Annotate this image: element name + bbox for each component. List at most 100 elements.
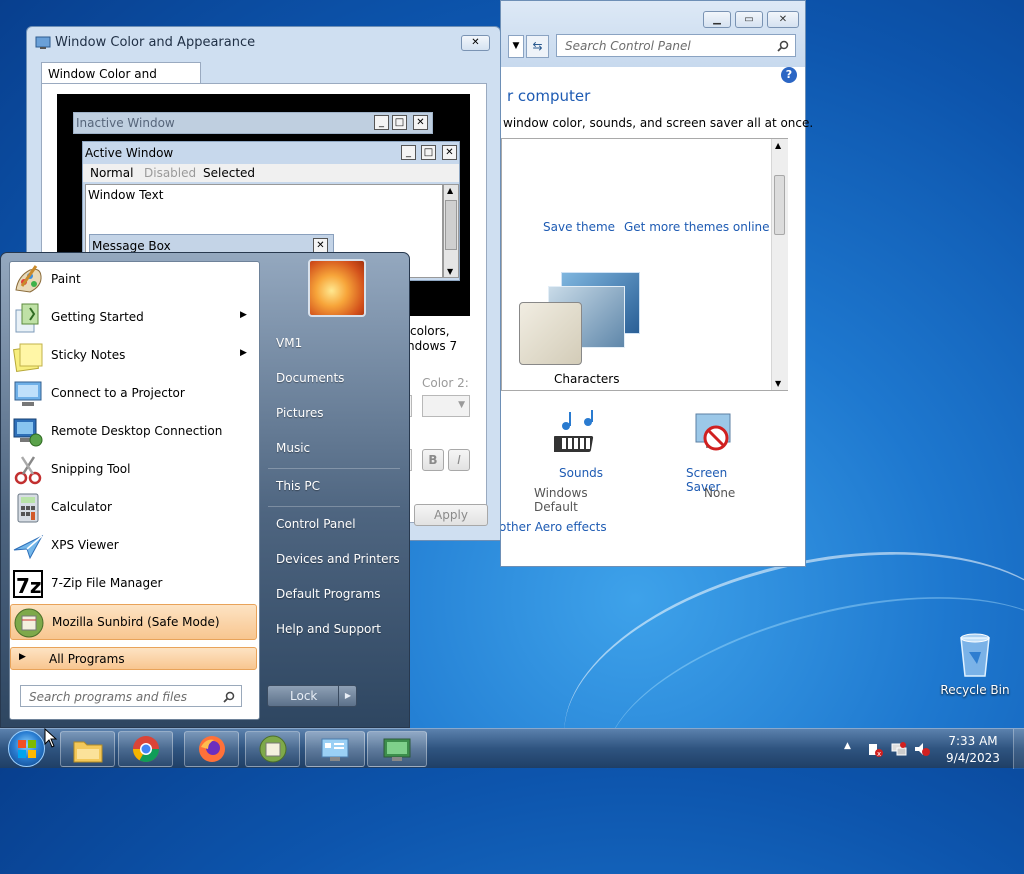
italic-button[interactable]: I <box>448 449 470 471</box>
firefox-icon <box>199 736 225 762</box>
sunbird-taskbar-icon <box>259 735 287 763</box>
start-menu-separator <box>268 468 400 469</box>
search-control-panel-input[interactable]: Search Control Panel <box>556 34 796 57</box>
sounds-item[interactable]: Sounds Windows Default <box>530 410 630 514</box>
program-item-sticky-notes[interactable]: Sticky Notes ▶ <box>10 338 257 374</box>
taskbar-firefox[interactable] <box>184 731 239 767</box>
dialog-close-button[interactable]: ✕ <box>461 35 490 51</box>
active-window-label: Active Window <box>85 146 174 160</box>
program-item-sunbird[interactable]: Mozilla Sunbird (Safe Mode) <box>10 604 257 640</box>
aero-effects-link[interactable]: other Aero effects <box>499 520 607 534</box>
apply-button[interactable]: Apply <box>414 504 488 526</box>
start-place-music[interactable]: Music <box>276 441 310 455</box>
color2-select[interactable]: ▼ <box>422 395 470 417</box>
preview-scroll-down: ▼ <box>447 267 454 276</box>
start-place-help-and-support[interactable]: Help and Support <box>276 622 381 636</box>
start-place-this-pc[interactable]: This PC <box>276 479 320 493</box>
program-item-projector[interactable]: Connect to a Projector <box>10 376 257 412</box>
theme-list-scrollbar[interactable]: ▲ ▼ <box>771 139 788 390</box>
show-desktop-button[interactable] <box>1013 729 1024 769</box>
submenu-arrow-icon[interactable]: ▶ <box>240 348 247 358</box>
preview-scrollbar: ▲ ▼ <box>443 184 459 278</box>
start-place-default-programs[interactable]: Default Programs <box>276 587 381 601</box>
active-close-icon: ✕ <box>442 145 457 160</box>
taskbar: ▲ x 7:33 AM 9/4/2023 <box>0 728 1024 769</box>
start-button[interactable] <box>8 730 45 767</box>
get-more-themes-link[interactable]: Get more themes online <box>624 220 770 234</box>
scroll-thumb[interactable] <box>774 175 785 235</box>
sounds-label: Sounds <box>559 466 604 480</box>
minimize-button[interactable]: ▁ <box>703 11 731 28</box>
program-item-getting-started[interactable]: Getting Started ▶ <box>10 300 257 336</box>
address-dropdown-button[interactable]: ▼ <box>508 35 524 58</box>
start-place-pictures[interactable]: Pictures <box>276 406 324 420</box>
program-item-xps-viewer[interactable]: XPS Viewer <box>10 528 257 564</box>
start-place-documents[interactable]: Documents <box>276 371 344 385</box>
tab-window-color[interactable]: Window Color and Appearance <box>41 62 201 95</box>
action-center-icon[interactable]: x <box>867 741 883 757</box>
inactive-window-preview[interactable]: Inactive Window _ □ ✕ <box>73 112 433 134</box>
preview-menu-bar: Normal Disabled Selected <box>83 164 459 182</box>
preview-scroll-thumb <box>445 200 457 250</box>
calculator-icon <box>17 493 39 523</box>
close-button[interactable]: ✕ <box>767 11 799 28</box>
volume-icon[interactable] <box>914 741 930 757</box>
description-line-2: ndows 7 <box>407 339 458 353</box>
start-place-devices-and-printers[interactable]: Devices and Printers <box>276 552 400 566</box>
sounds-icon <box>554 410 594 452</box>
bold-button[interactable]: B <box>422 449 444 471</box>
maximize-button[interactable]: ▭ <box>735 11 763 28</box>
sounds-value: Windows Default <box>534 486 588 514</box>
refresh-button[interactable]: ⇆ <box>526 35 549 58</box>
network-icon[interactable] <box>891 741 907 757</box>
submenu-arrow-icon[interactable]: ▶ <box>240 310 247 320</box>
program-label: Remote Desktop Connection <box>51 424 223 438</box>
message-box-label: Message Box <box>92 239 171 253</box>
windows-logo-icon <box>18 740 36 758</box>
inactive-window-label: Inactive Window <box>76 116 175 130</box>
start-place-vm1[interactable]: VM1 <box>276 336 302 350</box>
help-icon[interactable]: ? <box>781 67 797 83</box>
program-item-seven-zip[interactable]: 7z 7-Zip File Manager <box>10 566 257 602</box>
program-label: Sticky Notes <box>51 348 126 362</box>
program-label: Mozilla Sunbird (Safe Mode) <box>52 615 220 629</box>
control-panel-heading: r computer <box>507 87 591 105</box>
snipping-tool-icon <box>14 456 42 485</box>
screen-saver-item[interactable]: Screen Saver None <box>680 410 760 505</box>
all-programs-item[interactable]: ▶ All Programs <box>10 647 257 670</box>
svg-text:x: x <box>877 750 881 757</box>
taskbar-personalization[interactable] <box>367 731 427 767</box>
search-icon <box>777 40 789 52</box>
recycle-bin[interactable]: Recycle Bin <box>940 630 1010 700</box>
program-item-paint[interactable]: Paint <box>10 262 257 298</box>
program-label: Connect to a Projector <box>51 386 185 400</box>
folder-icon <box>73 741 103 763</box>
clock-date[interactable]: 9/4/2023 <box>938 751 1008 765</box>
all-programs-label: All Programs <box>49 652 125 666</box>
window-text: Window Text <box>88 188 164 202</box>
scroll-up-arrow[interactable]: ▲ <box>775 141 781 150</box>
active-maximize-icon: □ <box>421 145 436 160</box>
taskbar-sunbird[interactable] <box>245 731 300 767</box>
inactive-minimize-icon: _ <box>374 115 389 130</box>
clock-time[interactable]: 7:33 AM <box>938 734 1008 748</box>
lock-options-arrow-icon[interactable]: ▶ <box>338 686 357 706</box>
taskbar-explorer[interactable] <box>60 731 115 767</box>
menu-normal: Normal <box>90 166 134 180</box>
lock-button[interactable]: Lock ▶ <box>267 685 357 707</box>
save-theme-link[interactable]: Save theme <box>543 220 615 234</box>
program-item-snipping-tool[interactable]: Snipping Tool <box>10 452 257 488</box>
user-picture[interactable] <box>308 259 366 317</box>
program-item-calculator[interactable]: Calculator <box>10 490 257 526</box>
program-item-remote-desktop[interactable]: Remote Desktop Connection <box>10 414 257 450</box>
preview-scroll-up: ▲ <box>447 186 454 195</box>
taskbar-chrome[interactable] <box>118 731 173 767</box>
scroll-down-arrow[interactable]: ▼ <box>775 379 781 388</box>
show-hidden-icons-button[interactable]: ▲ <box>844 741 851 751</box>
start-search-input[interactable]: Search programs and files <box>20 685 242 707</box>
start-place-control-panel[interactable]: Control Panel <box>276 517 356 531</box>
theme-tile-characters[interactable]: Characters <box>516 264 656 388</box>
seven-zip-icon: 7z <box>13 570 43 598</box>
taskbar-control-panel[interactable] <box>305 731 365 767</box>
search-placeholder: Search Control Panel <box>565 39 691 53</box>
